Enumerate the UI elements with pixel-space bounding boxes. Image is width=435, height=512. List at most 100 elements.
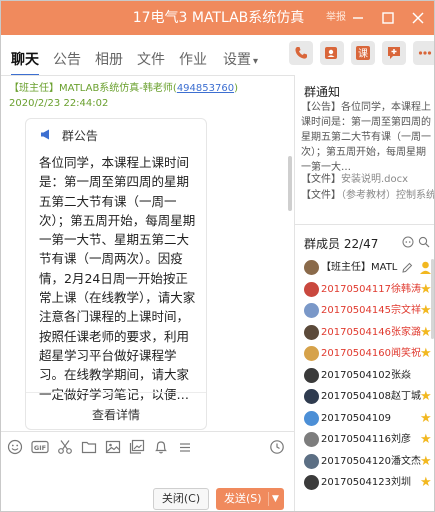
- megaphone-icon: [40, 129, 56, 143]
- member-name: 20170504116刘彦: [321, 434, 411, 445]
- title-bar: 17电气3 MATLAB系统仿真 举报: [1, 1, 434, 35]
- add-app-icon[interactable]: [382, 41, 406, 65]
- sender-name[interactable]: 【班主任】MATLAB系统仿真-韩老师(: [9, 83, 177, 94]
- image-icon[interactable]: [105, 439, 121, 455]
- video-call-icon[interactable]: [320, 41, 344, 65]
- gif-icon-glyph: GIF: [34, 444, 46, 452]
- tab-announcements[interactable]: 公告: [53, 49, 81, 69]
- member-name: 20170504123刘圳: [321, 477, 411, 488]
- avatar: [304, 346, 319, 361]
- message-input[interactable]: 关闭(C) 发送(S) ▼: [1, 461, 294, 511]
- course-icon[interactable]: 课: [351, 41, 375, 65]
- tab-settings[interactable]: 设置 ▾: [223, 49, 258, 69]
- star-icon: ★: [420, 346, 432, 361]
- report-link[interactable]: 举报: [326, 1, 346, 35]
- member-list-scrollbar[interactable]: [431, 259, 434, 339]
- announcement-header: 群公告: [40, 127, 98, 144]
- group-tabs: 聊天 公告 相册 文件 作业 设置 ▾: [1, 35, 281, 76]
- send-button-label: 发送(S): [224, 492, 262, 505]
- announcement-divider: [26, 392, 206, 393]
- view-details-link[interactable]: 查看详情: [26, 406, 206, 423]
- bell-icon[interactable]: [153, 439, 169, 455]
- invite-member-icon[interactable]: [402, 236, 414, 248]
- avatar: [304, 260, 319, 275]
- avatar: [304, 324, 319, 340]
- minimize-icon[interactable]: [349, 9, 367, 27]
- message-sender-line: 【班主任】MATLAB系统仿真-韩老师(494853760) 2020/2/23…: [9, 81, 289, 111]
- members-header: 群成员 22/47: [295, 225, 434, 257]
- notice-file-item[interactable]: 【文件】安装说明.docx: [301, 172, 434, 188]
- member-item[interactable]: 20170504102张焱: [295, 367, 434, 388]
- course-icon-glyph: 课: [358, 48, 368, 60]
- search-icon[interactable]: [418, 236, 430, 248]
- avatar: [304, 303, 319, 318]
- avatar: [304, 389, 319, 404]
- star-icon: ★: [420, 410, 432, 426]
- star-icon: ★: [420, 281, 432, 297]
- notice-file-name: （参考教材）控制系统…: [341, 190, 435, 201]
- notice-text[interactable]: 【公告】各位同学，本课程上课时间是：第一周至第四周的星期五第二大节有课（一周一次…: [301, 100, 433, 175]
- notice-files: 【文件】安装说明.docx 【文件】（参考教材）控制系统…: [301, 172, 435, 204]
- star-icon: ★: [420, 432, 432, 447]
- maximize-icon[interactable]: [379, 9, 397, 27]
- member-item[interactable]: 20170504116刘彦 ★: [295, 431, 434, 452]
- member-item[interactable]: 20170504109 ★: [295, 410, 434, 431]
- chat-area: 【班主任】MATLAB系统仿真-韩老师(494853760) 2020/2/23…: [1, 76, 294, 431]
- more-tools-icon[interactable]: [177, 439, 193, 455]
- member-name: 20170504146张家潞: [321, 326, 421, 338]
- history-icon[interactable]: [269, 439, 285, 455]
- notice-file-tag: 【文件】: [301, 174, 341, 185]
- member-item[interactable]: 20170504117徐韩涛 ★: [295, 281, 434, 302]
- members-count-title: 群成员 22/47: [304, 237, 379, 251]
- edit-icon[interactable]: [401, 262, 413, 277]
- phone-icon[interactable]: [289, 41, 313, 65]
- member-list: 【班主任】MATL 20170504117徐韩涛 ★ 20170504145宗文…: [295, 259, 434, 511]
- star-icon: ★: [420, 324, 432, 340]
- more-icon[interactable]: [413, 41, 434, 65]
- notice-file-tag: 【文件】: [301, 190, 341, 201]
- send-button[interactable]: 发送(S) ▼: [216, 488, 284, 510]
- announcement-card[interactable]: 群公告 各位同学，本课程上课时间是：第一周至第四周的星期五第二大节有课（一周一次…: [25, 118, 207, 430]
- member-name: 20170504120潘文杰: [321, 455, 421, 467]
- member-item[interactable]: 20170504145宗文祥 ★: [295, 302, 434, 323]
- scissors-icon[interactable]: [57, 439, 73, 455]
- qq-group-chat-window: 17电气3 MATLAB系统仿真 举报 聊天 公告 相册 文件 作业 设置 ▾ 课: [0, 0, 435, 512]
- avatar: [304, 475, 319, 490]
- tab-homework[interactable]: 作业: [179, 49, 207, 69]
- close-icon[interactable]: [409, 9, 427, 27]
- tab-album[interactable]: 相册: [95, 49, 123, 69]
- member-name: 【班主任】MATL: [321, 262, 398, 273]
- member-item[interactable]: 20170504123刘圳 ★: [295, 474, 434, 495]
- member-name: 20170504109: [321, 412, 391, 424]
- input-toolbar: GIF: [1, 431, 294, 461]
- avatar: [304, 367, 319, 383]
- window-title: 17电气3 MATLAB系统仿真: [132, 10, 305, 26]
- emoji-icon[interactable]: [7, 439, 23, 455]
- avatar: [304, 432, 319, 447]
- chat-scrollbar[interactable]: [288, 156, 292, 211]
- avatar: [304, 410, 319, 426]
- folder-icon[interactable]: [81, 439, 97, 455]
- announcement-body: 各位同学，本课程上课时间是：第一周至第四周的星期五第二大节有课（一周一次）；第五…: [39, 155, 196, 402]
- member-item[interactable]: 20170504120潘文杰 ★: [295, 453, 434, 474]
- send-options-chevron-icon[interactable]: ▼: [272, 488, 279, 510]
- avatar: [304, 453, 319, 469]
- close-button[interactable]: 关闭(C): [153, 488, 209, 510]
- send-button-divider: [268, 492, 269, 506]
- sender-qq-number[interactable]: 494853760: [177, 83, 234, 94]
- tab-chat[interactable]: 聊天: [11, 49, 39, 76]
- group-notice-panel: 群通知 【公告】各位同学，本课程上课时间是：第一周至第四周的星期五第二大节有课（…: [295, 76, 435, 224]
- tab-files[interactable]: 文件: [137, 49, 165, 69]
- member-item[interactable]: 【班主任】MATL: [295, 259, 434, 280]
- member-name: 20170504160闻笑祝: [321, 348, 421, 359]
- gallery-icon[interactable]: [129, 439, 145, 455]
- member-name: 20170504102张焱: [321, 369, 411, 381]
- notice-file-item[interactable]: 【文件】（参考教材）控制系统…: [301, 188, 435, 204]
- gif-icon[interactable]: GIF: [31, 439, 49, 455]
- member-item[interactable]: 20170504108赵丁城 ★: [295, 388, 434, 409]
- notice-file-name: 安装说明.docx: [341, 174, 409, 185]
- member-item[interactable]: 20170504160闻笑祝 ★: [295, 345, 434, 366]
- member-name: 20170504145宗文祥: [321, 305, 421, 316]
- star-icon: ★: [420, 453, 432, 469]
- member-item[interactable]: 20170504146张家潞 ★: [295, 324, 434, 345]
